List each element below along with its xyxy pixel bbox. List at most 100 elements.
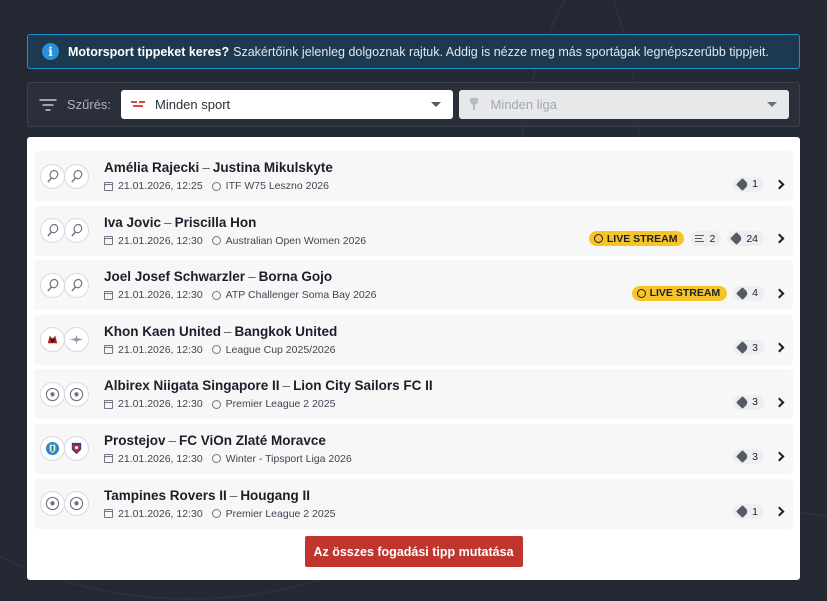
away-team: Borna Gojo (258, 269, 333, 285)
chevron-right-icon[interactable] (774, 233, 785, 244)
page-content: i Motorsport tippeket keres? Szakértőink… (27, 34, 800, 580)
chevron-right-icon[interactable] (774, 452, 785, 462)
filter-label: Szűrés: (66, 97, 111, 112)
match-teams: Albirex Niigata Singapore II – Lion City S… (104, 378, 433, 394)
home-team: Albirex Niigata Singapore II (104, 378, 280, 394)
match-league: Winter - Tipsport Liga 2026 (225, 452, 352, 465)
chevron-right-icon[interactable] (774, 288, 785, 299)
tips-count-badge: 3 (733, 394, 764, 410)
tag-icon (736, 396, 750, 409)
chevron-right-icon[interactable] (774, 179, 785, 189)
match-badges: 3 (733, 449, 785, 465)
match-teams: Prostejov – FC ViOn Zlaté Moravce (104, 432, 326, 448)
match-league: Australian Open Women 2026 (225, 234, 367, 247)
match-badges: LIVE STREAM 2 24 (588, 231, 785, 247)
tips-count-badge: 3 (733, 449, 764, 465)
banner-text: Szakértőink jelenleg dolgoznak rajtuk. A… (233, 44, 769, 59)
home-team: Amélia Rajecki (104, 160, 200, 175)
league-icon (211, 345, 221, 355)
team-logos (40, 381, 98, 407)
team-logo (40, 218, 65, 244)
match-meta: 21.01.2026, 12:30 Winter - Tipsport Liga… (104, 453, 733, 465)
away-team: Priscilla Hon (174, 214, 257, 230)
chevron-right-icon[interactable] (774, 342, 785, 353)
clock-icon (593, 234, 603, 244)
tag-icon (736, 177, 750, 191)
match-meta: 21.01.2026, 12:30 ATP Challenger Soma Ba… (104, 289, 632, 301)
league-icon (211, 454, 221, 464)
away-team: Hougang II (240, 487, 311, 503)
filter-icon (39, 98, 57, 111)
team-logo (40, 272, 65, 298)
team-logo (64, 491, 89, 517)
tag-icon (736, 341, 750, 355)
khon-kaen-crest-icon (45, 333, 60, 347)
match-meta: 21.01.2026, 12:30 Australian Open Women … (104, 235, 589, 247)
articles-count-badge: 2 (690, 231, 722, 247)
chevron-down-icon (430, 102, 441, 107)
tennis-racket-icon (71, 278, 83, 292)
match-teams: Joel Josef Schwarzler – Borna Gojo (104, 269, 333, 285)
info-banner: i Motorsport tippeket keres? Szakértőink… (27, 34, 800, 69)
soccer-ball-icon (69, 496, 84, 511)
list-icon (695, 234, 705, 243)
clock-icon (636, 288, 646, 298)
soccer-ball-icon (45, 387, 60, 402)
match-meta: 21.01.2026, 12:30 Premier League 2 2025 (104, 398, 733, 410)
team-logo (40, 436, 65, 462)
banner-bold-text: Motorsport tippeket keres? (68, 44, 230, 59)
tennis-racket-icon (47, 224, 59, 237)
sport-select[interactable]: Minden sport (121, 90, 453, 119)
tips-count-badge: 3 (733, 340, 764, 356)
match-date: 21.01.2026, 12:30 (118, 452, 203, 465)
team-logo (40, 491, 65, 517)
match-badges: 1 (733, 176, 785, 192)
match-league: Premier League 2 2025 (225, 398, 336, 411)
match-badges: LIVE STREAM 4 (631, 285, 785, 301)
league-select[interactable]: Minden liga (458, 90, 789, 119)
match-row[interactable]: Amélia Rajecki – Justina Mikulskyte 21.01.… (34, 151, 793, 201)
match-badges: 3 (733, 394, 785, 410)
tennis-racket-icon (71, 169, 83, 183)
team-logo (64, 381, 89, 407)
match-league: ATP Challenger Soma Bay 2026 (225, 289, 377, 302)
team-logo (64, 218, 89, 244)
tag-icon (736, 505, 750, 518)
tennis-racket-icon (47, 278, 59, 292)
team-logo (64, 327, 89, 353)
match-teams: Iva Jovic – Priscilla Hon (104, 214, 257, 230)
league-icon (211, 236, 221, 246)
team-logos (40, 327, 98, 353)
match-date: 21.01.2026, 12:25 (118, 180, 203, 192)
calendar-icon (104, 399, 113, 409)
match-badges: 3 (733, 340, 785, 356)
live-stream-badge: LIVE STREAM (631, 285, 728, 301)
match-row[interactable]: Joel Josef Schwarzler – Borna Gojo 21.01.2… (34, 260, 793, 311)
team-logos (40, 272, 98, 298)
away-team: Justina Mikulskyte (212, 160, 333, 175)
calendar-icon (104, 236, 113, 246)
team-logo (64, 272, 89, 298)
away-team: FC ViOn Zlaté Moravce (179, 432, 326, 448)
league-select-value: Minden liga (490, 97, 558, 112)
match-date: 21.01.2026, 12:30 (118, 234, 203, 247)
league-icon (211, 509, 221, 519)
info-icon: i (42, 43, 59, 60)
team-logos (40, 491, 98, 517)
match-list: Amélia Rajecki – Justina Mikulskyte 21.01.… (27, 137, 800, 580)
tennis-racket-icon (71, 224, 83, 237)
chevron-right-icon[interactable] (774, 397, 785, 408)
soccer-ball-icon (69, 387, 84, 402)
match-row[interactable]: Albirex Niigata Singapore II – Lion City S… (34, 369, 793, 420)
match-league: League Cup 2025/2026 (225, 343, 336, 356)
match-row[interactable]: Tampines Rovers II – Hougang II 21.01.2026… (34, 478, 793, 529)
calendar-icon (104, 345, 113, 355)
home-team: Iva Jovic (104, 214, 162, 230)
league-icon (211, 290, 221, 300)
match-row[interactable]: Khon Kaen United – Bangkok United 21.01.20… (34, 314, 793, 365)
chevron-right-icon[interactable] (774, 506, 785, 517)
team-logo (40, 163, 65, 189)
show-all-tips-button[interactable]: Az összes fogadási tipp mutatása (304, 536, 523, 568)
match-row[interactable]: Prostejov – FC ViOn Zlaté Moravce 21.01.20… (34, 423, 793, 474)
match-row[interactable]: Iva Jovic – Priscilla Hon 21.01.2026, 12:3… (34, 205, 793, 256)
